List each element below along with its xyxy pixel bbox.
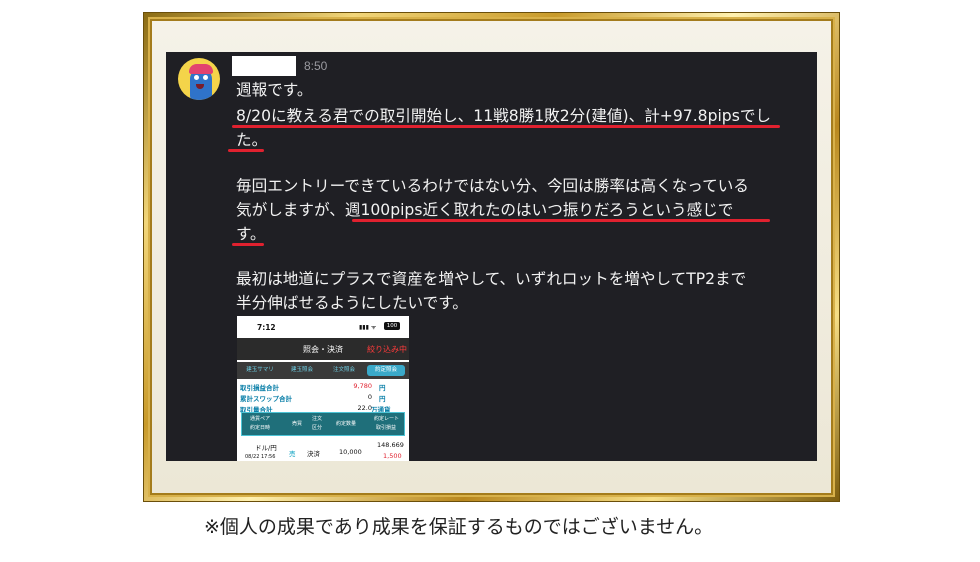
red-underline xyxy=(232,243,264,246)
redacted-username xyxy=(232,56,296,76)
app-header: 照会・決済 絞り込み中 xyxy=(237,338,409,360)
message-line: 毎回エントリーできているわけではない分、今回は勝率は高くなっている xyxy=(236,177,749,195)
disclaimer-text: ※個人の成果であり成果を保証するものではございません。 xyxy=(204,516,714,538)
phone-status-bar: 7:12 ▮▮▮ ᯤ 100 xyxy=(237,316,409,338)
red-underline xyxy=(228,149,264,152)
message-line: 最初は地道にプラスで資産を増やして、いずれロットを増やしてTP2まで xyxy=(236,270,747,288)
app-title: 照会・決済 xyxy=(303,345,343,354)
app-tabs: 建玉サマリ 建玉照会 注文照会 約定照会 xyxy=(237,362,409,379)
trade-history-screenshot: 7:12 ▮▮▮ ᯤ 100 照会・決済 絞り込み中 建玉サマリ 建玉照会 注文… xyxy=(237,316,409,461)
user-avatar[interactable] xyxy=(178,58,220,100)
tab-order-inquiry[interactable]: 注文照会 xyxy=(325,365,363,376)
signal-icon: ▮▮▮ ᯤ xyxy=(359,324,377,331)
battery-icon: 100 xyxy=(384,322,400,330)
tab-execution-inquiry[interactable]: 約定照会 xyxy=(367,365,405,376)
message-line: 半分伸ばせるようにしたいです。 xyxy=(236,294,468,312)
red-underline xyxy=(352,219,770,222)
status-time: 7:12 xyxy=(257,323,276,332)
tab-position-summary[interactable]: 建玉サマリ xyxy=(241,365,279,376)
message-timestamp: 8:50 xyxy=(304,59,328,73)
chat-message-screenshot: 8:50 週報です。 8/20に教える君での取引開始し、11戦8勝1敗2分(建値… xyxy=(166,52,817,461)
table-row[interactable]: ドル/円 08/22 17:56 売 決済 10,000 148.669 1,5… xyxy=(241,438,405,461)
tab-position-inquiry[interactable]: 建玉照会 xyxy=(283,365,321,376)
red-underline xyxy=(232,125,780,128)
table-header: 通貨ペア 約定日時 売買 注文 区分 約定数量 約定レート 取引損益 xyxy=(241,412,405,436)
filter-button[interactable]: 絞り込み中 xyxy=(367,344,407,355)
message-line: 週報です。 xyxy=(236,81,313,99)
